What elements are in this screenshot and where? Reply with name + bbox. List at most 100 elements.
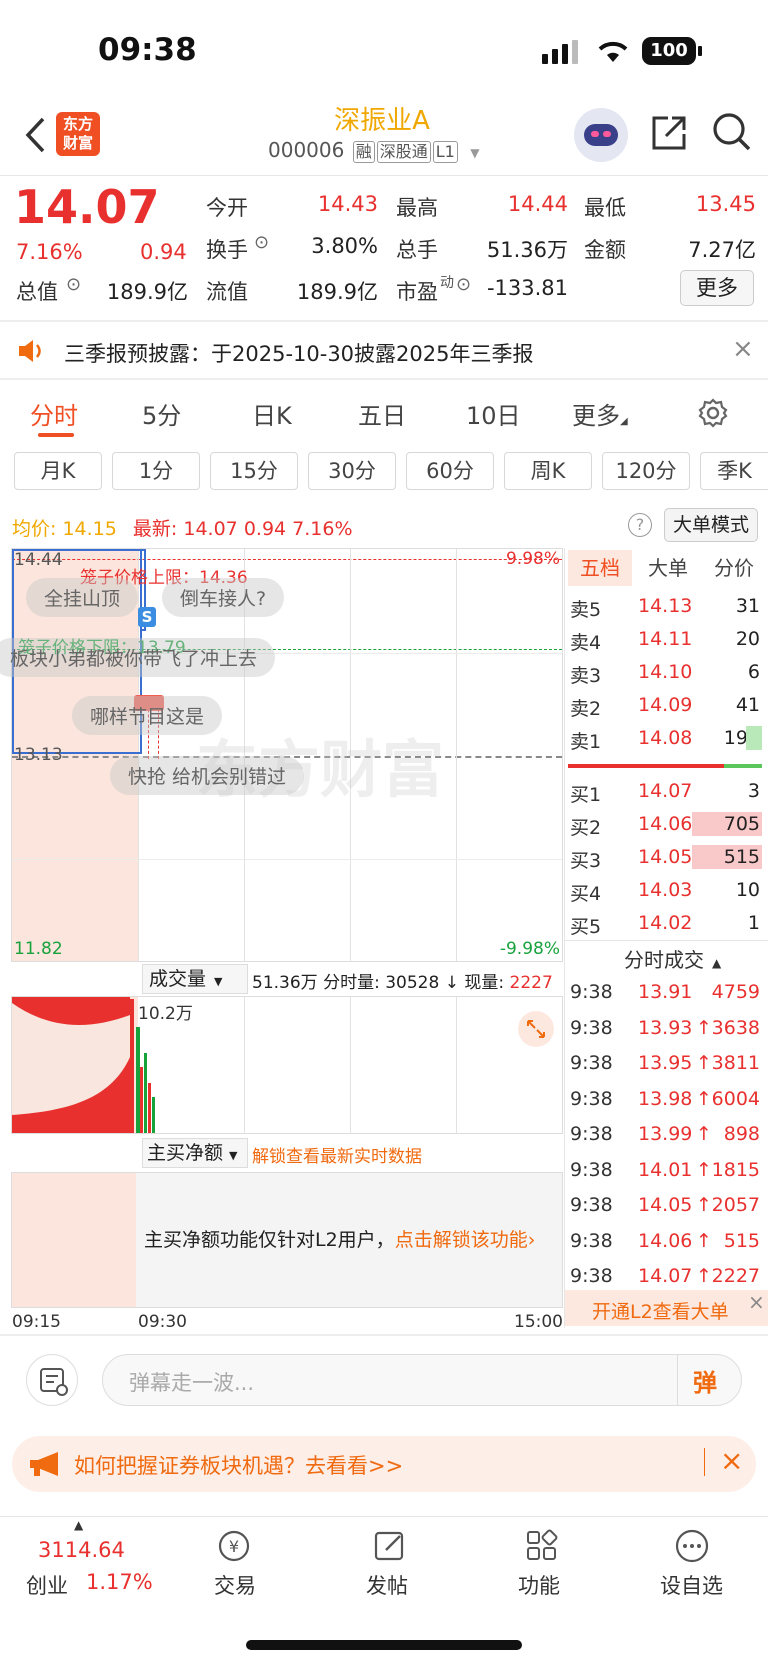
ticks-title[interactable]: 分时成交 ▲: [624, 944, 721, 973]
time-axis-open: 09:30: [138, 1312, 187, 1332]
netbuy-message: 主买净额功能仅针对L2用户，点击解锁该功能›: [144, 1225, 535, 1252]
robot-avatar-icon[interactable]: [574, 108, 628, 162]
ask-row[interactable]: 卖3 14.10 6: [568, 658, 764, 688]
bid-row[interactable]: 买5 14.02 1: [568, 909, 764, 939]
trade-icon[interactable]: ¥: [214, 1528, 254, 1564]
unlock-link[interactable]: 解锁查看最新实时数据: [252, 1142, 422, 1167]
bid-row-volume: 705: [723, 813, 760, 835]
close-icon[interactable]: ×: [732, 334, 754, 364]
promo-banner[interactable]: 如何把握证券板块机遇？去看看>> ×: [12, 1436, 756, 1492]
ask-row[interactable]: 卖2 14.09 41: [568, 691, 764, 721]
open-value: 14.43: [317, 192, 378, 216]
ktab-1min[interactable]: 1分: [112, 452, 200, 490]
bid-row-volume: 515: [723, 846, 760, 868]
tab-big-orders[interactable]: 大单: [636, 550, 700, 586]
pe-sup: 动: [440, 275, 454, 291]
tab-five-levels[interactable]: 五档: [568, 550, 632, 586]
danmu-bubble[interactable]: 哪样节目这是: [72, 696, 223, 735]
danmu-bubble[interactable]: 倒车接人?: [162, 578, 285, 617]
close-icon[interactable]: ×: [748, 1290, 765, 1314]
latest-change: 0.94: [243, 518, 287, 540]
ktab-month[interactable]: 月K: [14, 452, 102, 490]
tick-volume: 4759: [711, 981, 760, 1003]
tab-intraday[interactable]: 分时: [30, 396, 78, 431]
bid-row[interactable]: 买3 14.05 515: [568, 843, 764, 873]
amount-label: 金额: [584, 238, 626, 262]
nav-add-watchlist[interactable]: 设自选: [660, 1570, 723, 1600]
more-button[interactable]: 更多: [680, 270, 754, 306]
tab-5min[interactable]: 5分: [142, 396, 181, 431]
bid-row-volume: 10: [735, 879, 760, 901]
promo-text: 如何把握证券板块机遇？去看看>>: [74, 1454, 404, 1478]
expand-icon[interactable]: [518, 1011, 554, 1047]
tick-row: 9:38 14.07 ↑ 2227: [568, 1260, 764, 1294]
ask-row[interactable]: 卖1 14.08 199: [568, 724, 764, 754]
volume-indicator-select[interactable]: 成交量 ▼: [142, 964, 248, 994]
danmu-input[interactable]: 弹幕走一波... 弹: [102, 1354, 742, 1406]
home-indicator[interactable]: [246, 1640, 522, 1650]
help-icon[interactable]: ?: [628, 513, 652, 537]
amount-value: 7.27亿: [688, 238, 756, 262]
tick-volume: 898: [723, 1123, 760, 1145]
search-icon[interactable]: [712, 112, 752, 152]
bid-row-price: 14.02: [638, 912, 693, 934]
tick-row: 9:38 14.06 ↑ 515: [568, 1225, 764, 1259]
tick-time: 9:38: [570, 1194, 613, 1216]
index-value[interactable]: 3114.64: [38, 1538, 125, 1562]
more-options-icon[interactable]: [672, 1528, 712, 1564]
close-icon[interactable]: ×: [720, 1444, 743, 1477]
ktab-120min[interactable]: 120分: [602, 452, 690, 490]
post-icon[interactable]: [370, 1528, 410, 1564]
ktab-15min[interactable]: 15分: [210, 452, 298, 490]
index-pct[interactable]: 1.17%: [86, 1570, 153, 1594]
tick-row: 9:38 14.01 ↑ 1815: [568, 1154, 764, 1188]
ask-row[interactable]: 卖5 14.13 31: [568, 592, 764, 622]
danmu-settings-icon[interactable]: [26, 1354, 78, 1406]
l2-upgrade-bar[interactable]: 开通L2查看大单 ×: [564, 1290, 768, 1326]
nav-post[interactable]: 发帖: [366, 1570, 408, 1600]
tick-volume: 1815: [711, 1158, 760, 1181]
tab-daily[interactable]: 日K: [252, 396, 292, 431]
functions-icon[interactable]: [522, 1528, 562, 1564]
danmu-bubble[interactable]: 快抢 给机会别错过: [110, 756, 305, 795]
danmu-bubble[interactable]: 全挂山顶: [26, 578, 139, 617]
info-icon[interactable]: ⊙: [456, 274, 471, 295]
nav-trade[interactable]: 交易: [214, 1570, 256, 1600]
netbuy-indicator-select[interactable]: 主买净额 ▼: [142, 1138, 248, 1168]
tick-time: 9:38: [570, 1158, 613, 1181]
nav-functions[interactable]: 功能: [518, 1570, 560, 1600]
bid-row[interactable]: 买1 14.07 3: [568, 777, 764, 807]
tab-more[interactable]: 更多◢: [572, 396, 628, 431]
notice-text[interactable]: 三季报预披露：于2025-10-30披露2025年三季报: [64, 338, 533, 368]
tab-5day[interactable]: 五日: [358, 396, 406, 431]
bid-row[interactable]: 买2 14.06 705: [568, 810, 764, 840]
back-icon[interactable]: [24, 116, 46, 154]
share-icon[interactable]: [650, 114, 688, 152]
stock-code-line[interactable]: 000006 融深股通 L1 ▼: [268, 138, 479, 163]
ktab-week[interactable]: 周K: [504, 452, 592, 490]
danmu-send-button[interactable]: 弹: [693, 1363, 717, 1398]
netbuy-unlock-link[interactable]: 点击解锁该功能: [395, 1229, 528, 1251]
danmu-bubble[interactable]: 板块小弟都被你带飞了冲上去: [0, 638, 276, 677]
ktab-60min[interactable]: 60分: [406, 452, 494, 490]
ktab-30min[interactable]: 30分: [308, 452, 396, 490]
app-logo[interactable]: 东方 财富: [56, 112, 100, 156]
bid-row[interactable]: 买4 14.03 10: [568, 876, 764, 906]
gear-icon[interactable]: [698, 398, 728, 428]
status-time: 09:38: [98, 32, 197, 68]
ktab-quarter[interactable]: 季K: [700, 452, 768, 490]
tab-price-dist[interactable]: 分价: [702, 550, 766, 586]
bid-row-volume: 1: [747, 912, 760, 934]
big-order-mode-button[interactable]: 大单模式: [664, 508, 758, 542]
ask-row-volume: 31: [735, 595, 760, 617]
logo-line2: 财富: [62, 134, 93, 152]
index-name[interactable]: 创业: [26, 1570, 68, 1600]
ask-row-label: 卖3: [570, 665, 602, 687]
tick-row: 9:38 13.95 ↑ 3811: [568, 1047, 764, 1081]
info-icon[interactable]: ⊙: [66, 274, 81, 295]
info-icon[interactable]: ⊙: [254, 232, 269, 253]
tab-10day[interactable]: 10日: [466, 396, 521, 431]
volume-chart[interactable]: 10.2万: [11, 996, 563, 1134]
sell-signal-badge[interactable]: S: [138, 607, 156, 627]
ask-row[interactable]: 卖4 14.11 20: [568, 625, 764, 655]
